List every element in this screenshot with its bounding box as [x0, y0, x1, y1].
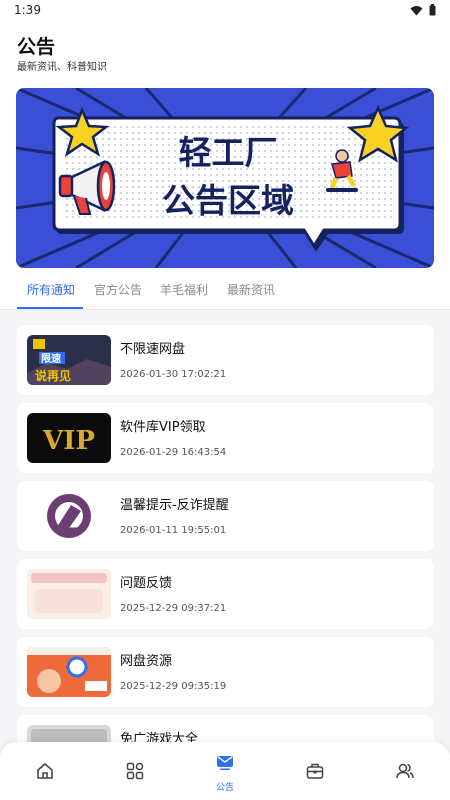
- notice-title: 不限速网盘: [120, 342, 186, 357]
- users-icon: [396, 763, 414, 779]
- notice-thumbnail: [27, 569, 111, 619]
- active-tab-indicator: [17, 307, 83, 309]
- status-bar: 1:39: [0, 0, 450, 22]
- notice-title: 温馨提示-反诈提醒: [120, 498, 229, 513]
- announcement-banner[interactable]: 轻工厂 公告区域: [16, 88, 434, 268]
- page-title: 公告: [17, 36, 56, 58]
- notice-date: 2025-12-29 09:37:21: [120, 603, 227, 614]
- list-item[interactable]: 限速 说再见 不限速网盘 2026-01-30 17:02:21: [17, 325, 434, 395]
- category-tabs: 所有通知 官方公告 羊毛福利 最新资讯: [0, 270, 450, 310]
- nav-profile[interactable]: [360, 742, 450, 800]
- notice-thumbnail: [27, 647, 111, 697]
- notice-date: 2026-01-30 17:02:21: [120, 369, 227, 380]
- notice-list: 限速 说再见 不限速网盘 2026-01-30 17:02:21 VIP 软件库…: [0, 310, 450, 750]
- notice-date: 2026-01-29 16:43:54: [120, 447, 227, 458]
- banner-section: 轻工厂 公告区域: [0, 86, 450, 270]
- toolbox-icon: [306, 763, 324, 779]
- status-icons: [410, 4, 436, 16]
- nav-apps[interactable]: [90, 742, 180, 800]
- list-item[interactable]: 网盘资源 2025-12-29 09:35:19: [17, 637, 434, 707]
- thumb-text: VIP: [42, 426, 95, 456]
- notice-date: 2026-01-11 19:55:01: [120, 525, 227, 536]
- tab-latest-news[interactable]: 最新资讯: [227, 281, 275, 298]
- grid-icon: [126, 762, 144, 780]
- banner-title-line1: 轻工厂: [179, 133, 278, 172]
- page-header: 公告 最新资讯、科普知识: [0, 22, 450, 86]
- list-item[interactable]: 问题反馈 2025-12-29 09:37:21: [17, 559, 434, 629]
- nav-home[interactable]: [0, 742, 90, 800]
- notice-title: 网盘资源: [120, 654, 173, 669]
- nav-label-announcements: 公告: [215, 783, 234, 793]
- wifi-icon: [410, 5, 423, 15]
- notice-thumbnail: [27, 491, 111, 541]
- battery-icon: [429, 4, 436, 16]
- announcement-icon: [217, 756, 233, 770]
- nav-toolbox[interactable]: [270, 742, 360, 800]
- home-icon: [37, 763, 53, 779]
- notice-date: 2025-12-29 09:35:19: [120, 681, 227, 692]
- list-item[interactable]: VIP 软件库VIP领取 2026-01-29 16:43:54: [17, 403, 434, 473]
- notice-title: 软件库VIP领取: [120, 420, 206, 435]
- tab-all-notices[interactable]: 所有通知: [27, 281, 75, 298]
- notice-thumbnail: VIP: [27, 413, 111, 463]
- tab-deals[interactable]: 羊毛福利: [160, 281, 208, 298]
- thumb-text: 限速: [41, 352, 61, 365]
- notice-title: 问题反馈: [120, 576, 173, 591]
- notice-thumbnail: 限速 说再见: [27, 335, 111, 385]
- banner-title-line2: 公告区域: [162, 181, 294, 220]
- tab-official-announcements[interactable]: 官方公告: [94, 281, 142, 298]
- thumb-text: 说再见: [35, 368, 71, 383]
- nav-announcements[interactable]: 公告: [180, 742, 270, 800]
- bottom-navigation: 公告: [0, 742, 450, 800]
- list-item[interactable]: 温馨提示-反诈提醒 2026-01-11 19:55:01: [17, 481, 434, 551]
- status-time: 1:39: [14, 3, 41, 17]
- page-subtitle: 最新资讯、科普知识: [17, 62, 107, 73]
